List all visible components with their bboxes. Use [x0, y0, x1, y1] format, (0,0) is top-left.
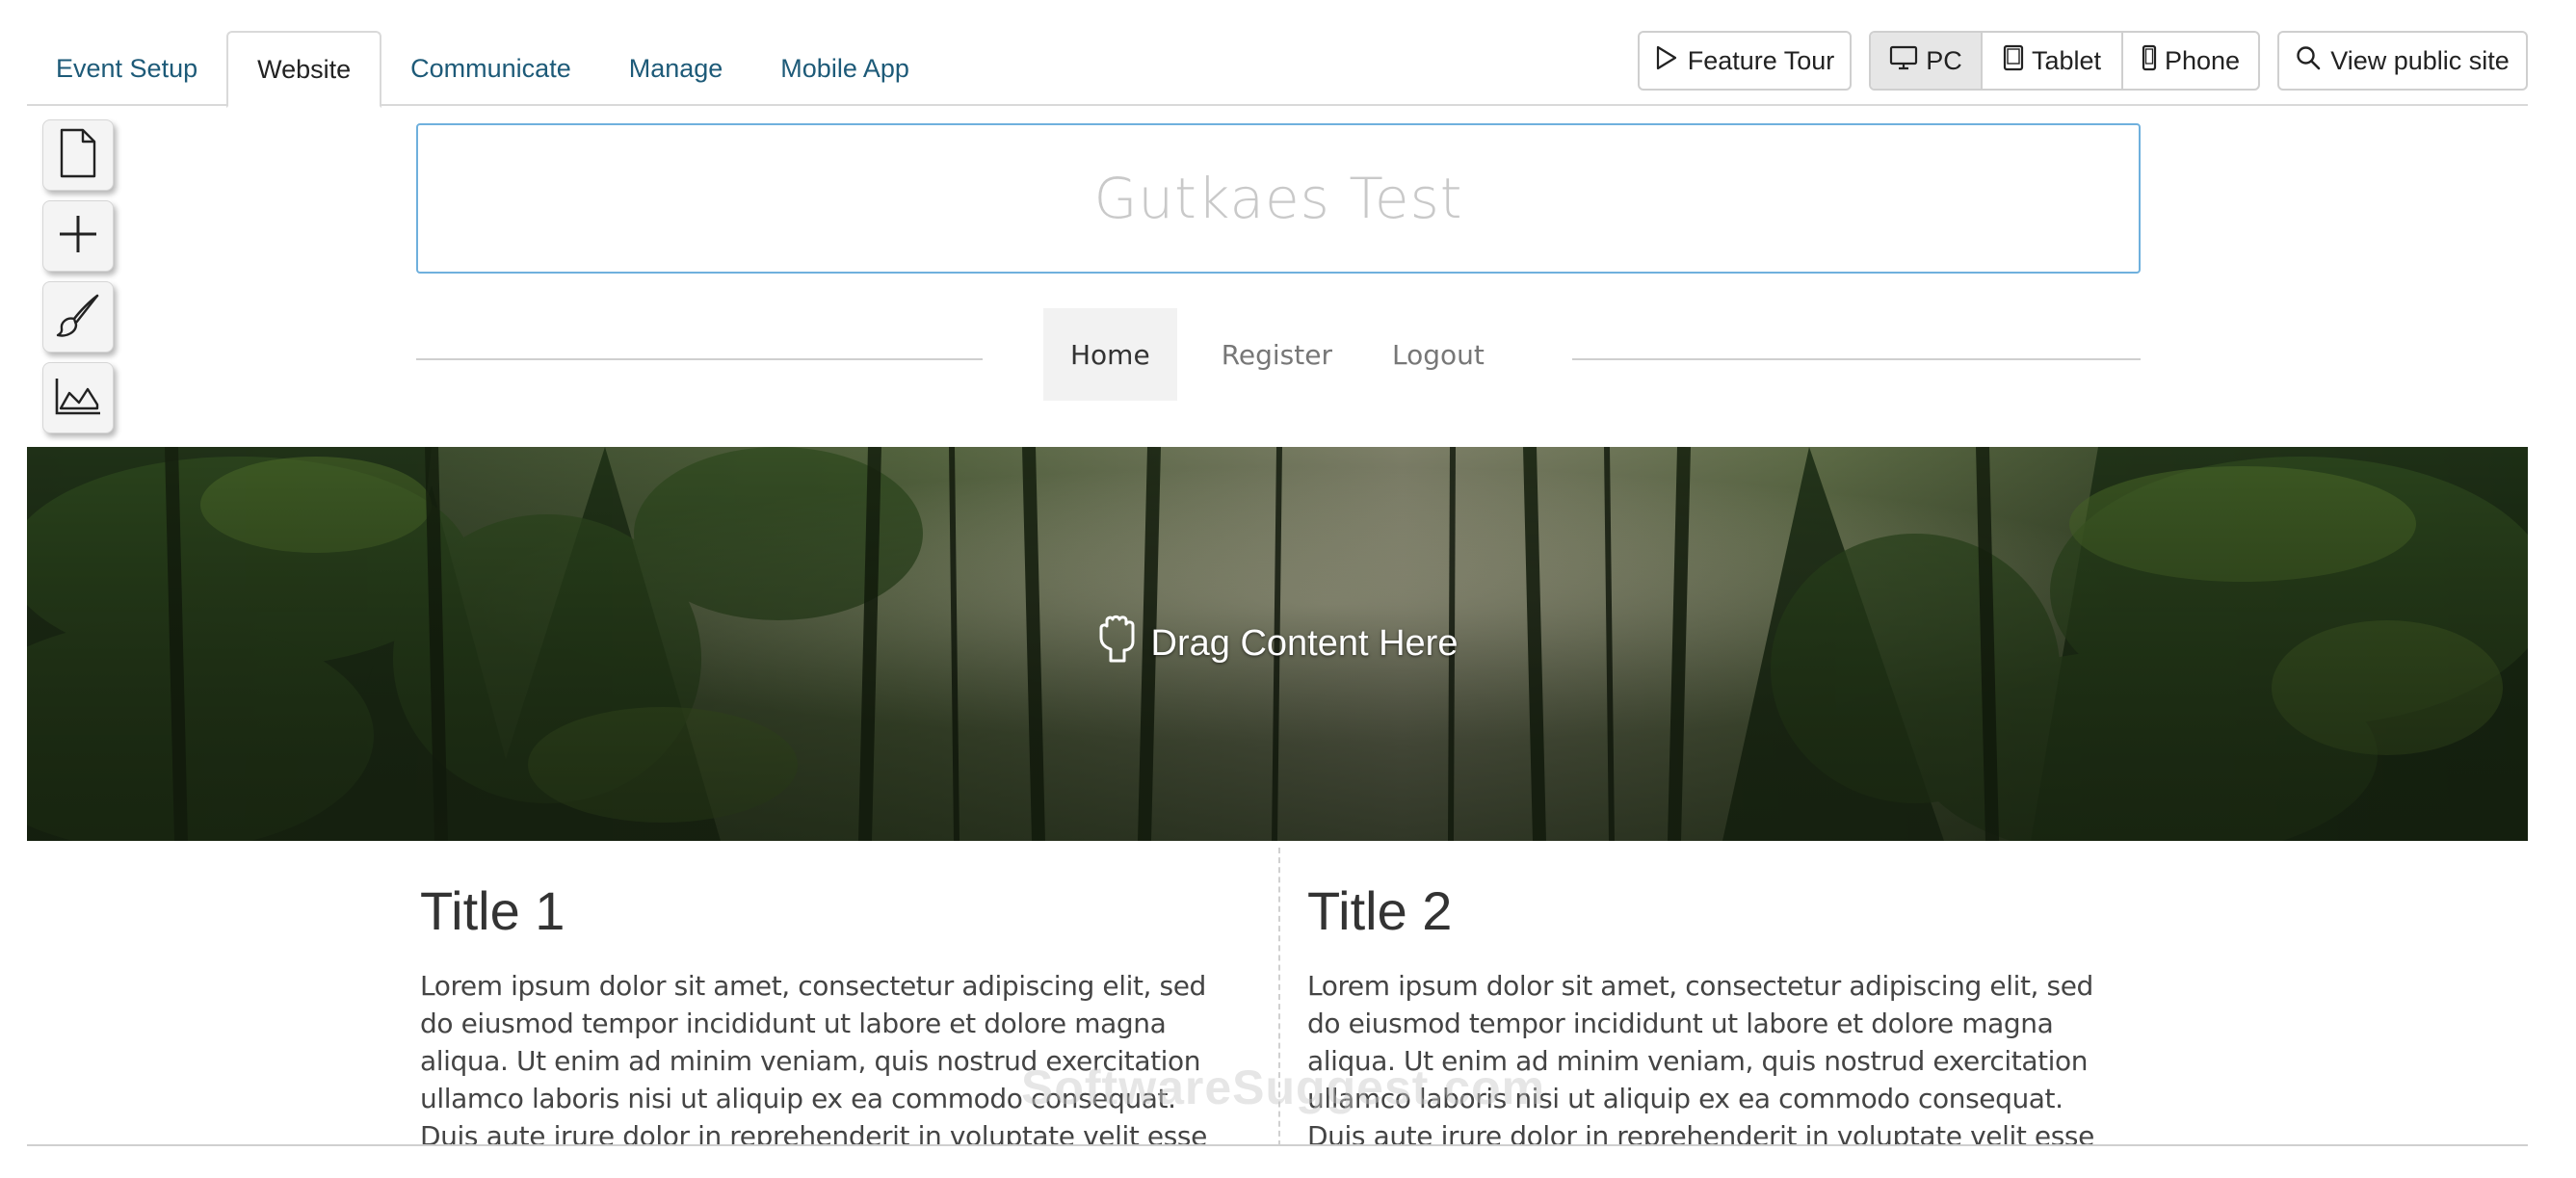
add-icon	[57, 213, 99, 260]
tablet-icon	[2003, 44, 2024, 78]
pages-tool-button[interactable]	[42, 119, 114, 191]
play-icon	[1655, 45, 1678, 77]
site-title: Gutkaes Test	[1093, 166, 1463, 231]
add-element-tool-button[interactable]	[42, 200, 114, 272]
feature-tour-label: Feature Tour	[1687, 45, 1835, 75]
feature-tour-button[interactable]: Feature Tour	[1638, 31, 1852, 91]
brush-icon	[55, 292, 101, 343]
nav-divider-left	[416, 358, 983, 360]
nav-home[interactable]: Home	[1043, 308, 1177, 401]
search-icon	[2296, 45, 2321, 77]
area-chart-icon	[54, 376, 102, 421]
watermark: SoftwareSuggest.com	[1021, 1060, 1546, 1114]
main-tabs: Event Setup Website Communicate Manage M…	[27, 31, 938, 108]
tab-website[interactable]: Website	[226, 31, 382, 108]
device-preview-toggle: PC Tablet Phone	[1869, 31, 2260, 91]
device-pc-label: PC	[1926, 45, 1962, 75]
page-icon	[59, 128, 97, 183]
tab-communicate[interactable]: Communicate	[381, 31, 600, 106]
nav-register[interactable]: Register	[1177, 308, 1365, 401]
monitor-icon	[1889, 45, 1918, 77]
tab-mobile-app[interactable]: Mobile App	[751, 31, 938, 106]
drag-hand-icon	[1097, 615, 1140, 674]
device-tablet-label: Tablet	[2031, 45, 2102, 75]
site-title-block[interactable]: Gutkaes Test	[416, 123, 2141, 274]
content-column-1[interactable]: Title 1 Lorem ipsum dolor sit amet, cons…	[420, 884, 1239, 1178]
nav-logout[interactable]: Logout	[1365, 308, 1511, 401]
content-drop-zone[interactable]: Drag Content Here	[27, 447, 2528, 841]
analytics-tool-button[interactable]	[42, 362, 114, 433]
device-phone-button[interactable]: Phone	[2123, 33, 2258, 89]
drag-content-label: Drag Content Here	[1150, 623, 1459, 664]
nav-divider-right	[1572, 358, 2141, 360]
view-public-site-label: View public site	[2330, 45, 2510, 75]
view-public-site-button[interactable]: View public site	[2277, 31, 2528, 91]
phone-icon	[2142, 44, 2157, 78]
bottom-footer-area	[0, 1146, 2576, 1178]
site-navigation: Home Register Logout	[1043, 308, 1511, 401]
hero-banner: Drag Content Here	[27, 447, 2528, 841]
column-2-title: Title 2	[1307, 880, 1453, 941]
column-1-title: Title 1	[420, 880, 565, 941]
device-phone-label: Phone	[2164, 45, 2241, 75]
device-tablet-button[interactable]: Tablet	[1983, 33, 2123, 89]
content-column-2[interactable]: Title 2 Lorem ipsum dolor sit amet, cons…	[1307, 884, 2126, 1178]
tab-event-setup[interactable]: Event Setup	[27, 31, 226, 106]
tab-manage[interactable]: Manage	[600, 31, 752, 106]
design-tool-button[interactable]	[42, 281, 114, 353]
device-pc-button[interactable]: PC	[1871, 33, 1983, 89]
